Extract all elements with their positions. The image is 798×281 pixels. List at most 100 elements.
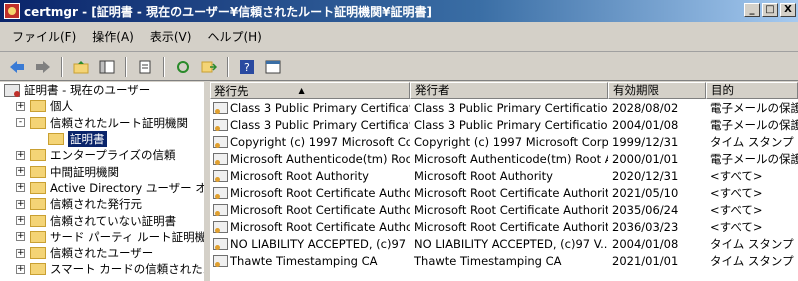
show-hide-tree-icon[interactable] xyxy=(96,56,118,78)
tree-item-label: 証明書 - 現在のユーザー xyxy=(24,83,151,98)
table-row[interactable]: Class 3 Public Primary Certificat... Clas… xyxy=(210,99,798,116)
tree-item-personal[interactable]: + 個人 xyxy=(0,98,204,114)
cell-issued-to: Class 3 Public Primary Certificat... xyxy=(210,101,410,115)
expand-icon[interactable]: + xyxy=(16,199,25,209)
table-row[interactable]: Microsoft Root Certificate Autho... Micro… xyxy=(210,218,798,235)
expand-icon[interactable]: + xyxy=(16,183,25,193)
tree-pane: 証明書 - 現在のユーザー + 個人 - 信頼されたルート証明機関 証明書 + … xyxy=(0,82,206,281)
table-row[interactable]: NO LIABILITY ACCEPTED, (c)97 ... NO LIABI… xyxy=(210,235,798,252)
column-header-issued-to[interactable]: 発行先 ▲ xyxy=(210,82,410,99)
certificate-icon xyxy=(213,101,228,114)
tree-item-trusted-publishers[interactable]: + 信頼された発行元 xyxy=(0,196,204,212)
expand-icon[interactable]: + xyxy=(16,167,25,177)
tree-item-trusted-people[interactable]: + 信頼されたユーザー xyxy=(0,245,204,261)
folder-icon xyxy=(30,214,46,227)
cell-expiration: 2004/01/08 xyxy=(612,236,679,251)
column-header-purpose[interactable]: 目的 xyxy=(706,82,798,99)
cell-purpose: 電子メールの保護 xyxy=(710,100,798,115)
table-row[interactable]: Thawte Timestamping CA Thawte Timestampin… xyxy=(210,252,798,269)
table-row[interactable]: Copyright (c) 1997 Microsoft Cor... Copyr… xyxy=(210,133,798,150)
folder-icon xyxy=(30,263,46,276)
tree-item-label: 信頼されたルート証明機関 xyxy=(50,115,188,130)
menu-help[interactable]: ヘルプ(H) xyxy=(199,28,269,45)
refresh-icon[interactable] xyxy=(172,56,194,78)
toolbar-separator xyxy=(163,56,165,77)
expand-icon[interactable]: + xyxy=(16,264,25,274)
title-bar: certmgr - [証明書 - 現在のユーザー¥信頼されたルート証明機関¥証明… xyxy=(0,0,798,22)
tree-item-label: 信頼されていない証明書 xyxy=(50,213,177,228)
column-header-issued-by[interactable]: 発行者 xyxy=(410,82,608,99)
folder-icon xyxy=(30,198,46,211)
cell-issued-by: Microsoft Root Certificate Authorit... xyxy=(414,219,608,234)
certificate-icon xyxy=(213,152,228,165)
table-row[interactable]: Microsoft Root Certificate Autho... Micro… xyxy=(210,184,798,201)
certificate-icon xyxy=(213,254,228,267)
menu-view[interactable]: 表示(V) xyxy=(142,28,200,45)
console-icon[interactable] xyxy=(262,56,284,78)
cell-expiration: 2021/05/10 xyxy=(612,185,679,200)
tree-item-label: サード パーティ ルート証明機関 xyxy=(50,229,206,244)
expand-icon[interactable]: + xyxy=(16,150,25,160)
minimize-button[interactable]: _ xyxy=(744,3,760,17)
folder-icon xyxy=(30,247,46,260)
cell-issued-to: Class 3 Public Primary Certificat... xyxy=(210,118,410,132)
toolbar-separator xyxy=(125,56,127,77)
close-button[interactable]: X xyxy=(780,3,796,17)
expand-icon[interactable]: + xyxy=(16,101,25,111)
cell-expiration: 2000/01/01 xyxy=(612,151,679,166)
certificate-icon xyxy=(213,220,228,233)
cell-expiration: 2020/12/31 xyxy=(612,168,679,183)
table-row[interactable]: Class 3 Public Primary Certificat... Clas… xyxy=(210,116,798,133)
table-row[interactable]: Microsoft Authenticode(tm) Root... Micros… xyxy=(210,150,798,167)
maximize-button[interactable]: □ xyxy=(762,3,778,17)
cell-issued-to: Microsoft Root Certificate Autho... xyxy=(210,203,410,217)
back-arrow-icon[interactable] xyxy=(6,56,28,78)
certmgr-app-icon[interactable] xyxy=(4,3,20,19)
export-list-icon[interactable] xyxy=(198,56,220,78)
forward-arrow-icon[interactable] xyxy=(32,56,54,78)
toolbar-separator xyxy=(227,56,229,77)
menu-bar: ファイル(F) 操作(A) 表示(V) ヘルプ(H) xyxy=(0,22,798,52)
cell-purpose: <すべて> xyxy=(710,219,763,234)
cell-purpose: タイム スタンプ xyxy=(710,253,794,268)
cell-purpose: <すべて> xyxy=(710,185,763,200)
help-icon[interactable]: ? xyxy=(236,56,258,78)
tree-item-smart-card-root[interactable]: + スマート カードの信頼されたルー| xyxy=(0,261,204,277)
tree-item-active-directory[interactable]: + Active Directory ユーザー オブジ xyxy=(0,180,204,196)
tree-item-label: 個人 xyxy=(50,99,73,114)
expand-icon[interactable]: + xyxy=(16,216,25,226)
expand-icon[interactable]: + xyxy=(16,232,25,242)
tree-item-label: 中間証明機関 xyxy=(50,164,119,179)
cell-issued-to: Microsoft Root Certificate Autho... xyxy=(210,220,410,234)
collapse-icon[interactable]: - xyxy=(16,118,25,128)
folder-icon xyxy=(30,165,46,178)
table-row[interactable]: Microsoft Root Authority Microsoft Root A… xyxy=(210,167,798,184)
folder-icon xyxy=(30,230,46,243)
cell-issued-to: Microsoft Root Authority xyxy=(210,169,410,183)
cell-purpose: タイム スタンプ xyxy=(710,134,794,149)
tree-item-certificates[interactable]: 証明書 xyxy=(0,131,204,148)
svg-text:?: ? xyxy=(244,61,250,74)
certificate-icon xyxy=(213,186,228,199)
properties-icon[interactable] xyxy=(134,56,156,78)
cell-issued-by: Class 3 Public Primary Certificatio... xyxy=(414,100,608,115)
menu-file[interactable]: ファイル(F) xyxy=(4,28,84,45)
menu-action[interactable]: 操作(A) xyxy=(84,28,142,45)
table-row[interactable]: Microsoft Root Certificate Autho... Micro… xyxy=(210,201,798,218)
tree-item-untrusted[interactable]: + 信頼されていない証明書 xyxy=(0,212,204,228)
sort-ascending-icon: ▲ xyxy=(298,85,305,95)
cell-expiration: 2036/03/23 xyxy=(612,219,679,234)
tree-item-third-party-root[interactable]: + サード パーティ ルート証明機関 xyxy=(0,229,204,245)
tree-item-enterprise-trust[interactable]: + エンタープライズの信頼 xyxy=(0,147,204,163)
up-folder-icon[interactable] xyxy=(70,56,92,78)
tree-item-intermediate[interactable]: + 中間証明機関 xyxy=(0,163,204,179)
tree-item-label: 信頼された発行元 xyxy=(50,197,142,212)
folder-icon xyxy=(30,100,46,113)
tree-item-label: 信頼されたユーザー xyxy=(50,246,154,261)
column-header-expiration[interactable]: 有効期限 xyxy=(608,82,706,99)
tree-item-root[interactable]: 証明書 - 現在のユーザー xyxy=(0,82,204,98)
cell-issued-by: Microsoft Root Certificate Authorit... xyxy=(414,202,608,217)
expand-icon[interactable]: + xyxy=(16,248,25,258)
tree-item-trusted-root[interactable]: - 信頼されたルート証明機関 xyxy=(0,115,204,131)
certificate-icon xyxy=(213,203,228,216)
